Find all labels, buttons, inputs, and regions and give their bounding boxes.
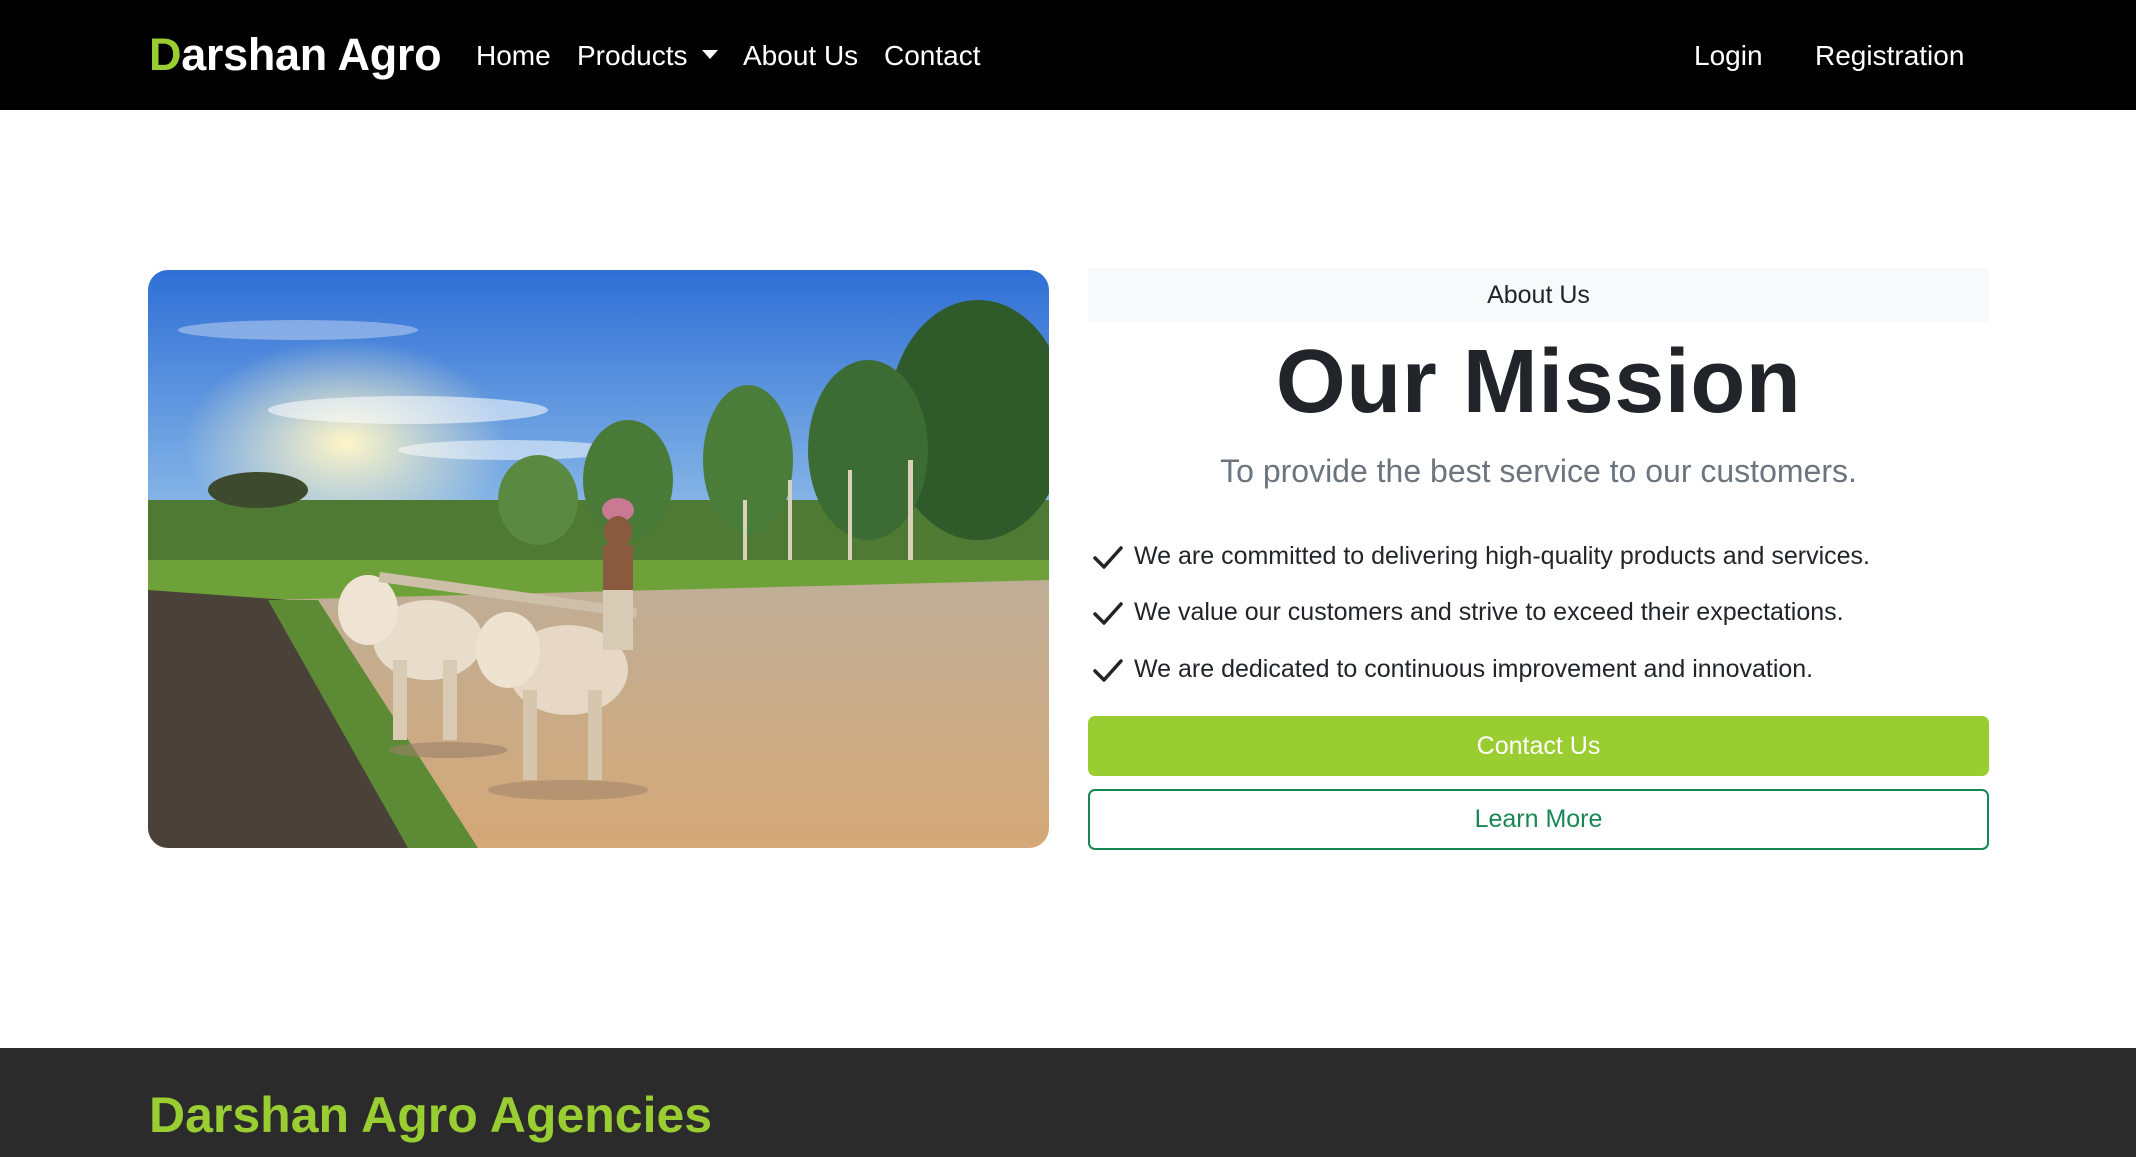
nav-registration[interactable]: Registration <box>1815 36 1964 76</box>
nav-login[interactable]: Login <box>1694 36 1763 76</box>
caret-down-icon <box>701 50 718 59</box>
hero-image <box>148 270 1049 848</box>
brand-initial: D <box>149 29 182 80</box>
check-icon <box>1093 546 1123 570</box>
navbar: Darshan Agro Home Products About Us Cont… <box>0 0 2136 110</box>
check-icon <box>1093 602 1123 626</box>
footer-title: Darshan Agro Agencies <box>149 1087 713 1143</box>
section-label: About Us <box>1088 268 1989 322</box>
brand-name: arshan Agro <box>181 29 442 80</box>
learn-more-button[interactable]: Learn More <box>1088 789 1989 850</box>
feature-text: We are dedicated to continuous improveme… <box>1134 655 1814 683</box>
feature-item: We value our customers and strive to exc… <box>1092 592 1844 632</box>
feature-text: We value our customers and strive to exc… <box>1134 598 1844 626</box>
nav-products-dropdown[interactable]: Products <box>577 36 718 76</box>
nav-home[interactable]: Home <box>476 36 551 76</box>
brand-logo[interactable]: Darshan Agro <box>149 27 442 83</box>
feature-text: We are committed to delivering high-qual… <box>1134 542 1870 570</box>
feature-item: We are committed to delivering high-qual… <box>1092 536 1870 576</box>
nav-about[interactable]: About Us <box>743 36 858 76</box>
nav-contact[interactable]: Contact <box>884 36 981 76</box>
feature-item: We are dedicated to continuous improveme… <box>1092 649 1813 689</box>
nav-products-label: Products <box>577 40 688 71</box>
mission-lead: To provide the best service to our custo… <box>1220 453 1857 489</box>
check-icon <box>1093 659 1123 683</box>
contact-us-button[interactable]: Contact Us <box>1088 716 1989 776</box>
page-title: Our Mission <box>1275 332 1802 432</box>
